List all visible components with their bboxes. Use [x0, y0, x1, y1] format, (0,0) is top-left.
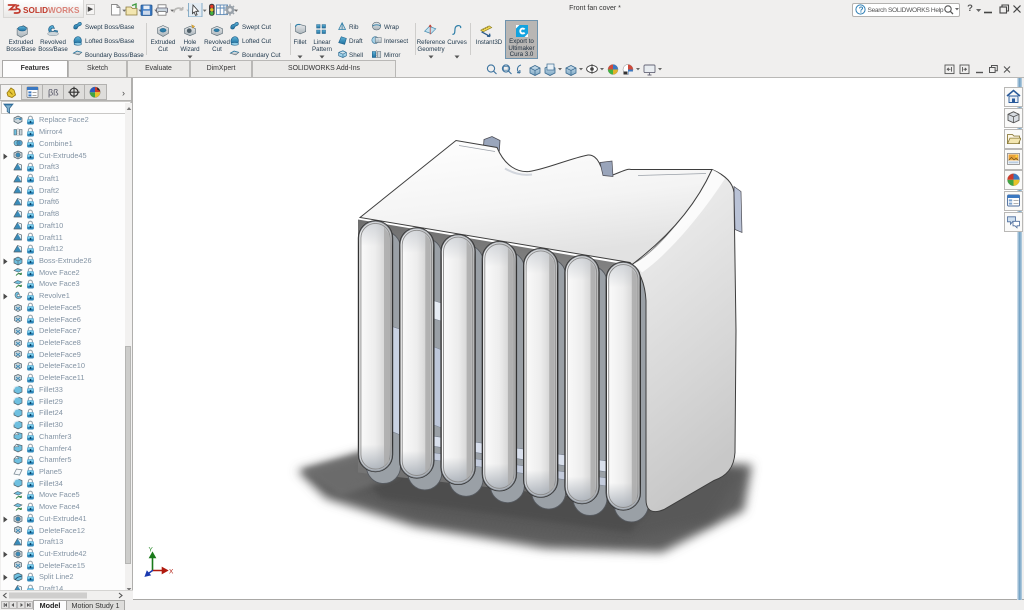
- svg-text:?: ?: [859, 5, 864, 14]
- svg-text:Y: Y: [149, 546, 154, 553]
- svg-text:βß: βß: [48, 88, 59, 98]
- svg-text:›: ›: [122, 88, 125, 98]
- svg-text:Search SOLIDWORKS Help: Search SOLIDWORKS Help: [868, 7, 944, 14]
- svg-text:X: X: [169, 568, 174, 575]
- svg-text:SOLIDWORKS: SOLIDWORKS: [23, 6, 80, 15]
